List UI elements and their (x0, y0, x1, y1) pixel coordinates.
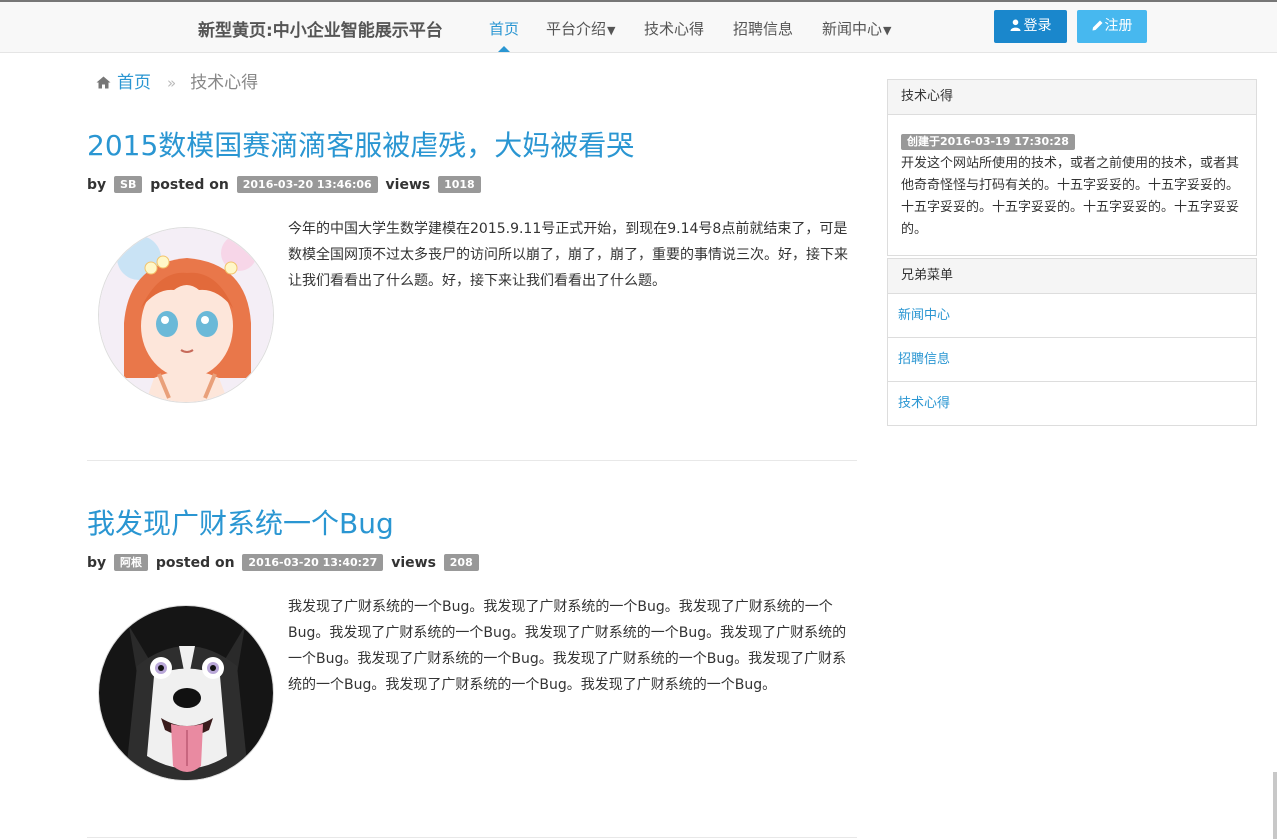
category-panel-body: 创建于2016-03-19 17:30:28 开发这个网站所使用的技术，或者之前… (888, 115, 1256, 255)
sibling-menu-panel: 兄弟菜单 新闻中心 招聘信息 技术心得 (887, 258, 1257, 426)
post-divider (87, 837, 857, 838)
by-label: by (87, 555, 107, 571)
husky-dog-avatar[interactable] (98, 605, 274, 781)
breadcrumb-home-link[interactable]: 首页 (117, 73, 151, 93)
nav-item-home[interactable]: 首页 (489, 18, 519, 39)
active-indicator (498, 46, 510, 52)
caret-down-icon: ▼ (883, 24, 892, 37)
nav-item-label: 技术心得 (644, 20, 705, 38)
views-badge: 208 (443, 554, 479, 571)
nav-item-label: 招聘信息 (733, 20, 794, 38)
date-badge: 2016-03-20 13:40:27 (242, 554, 384, 571)
sibling-menu-title: 兄弟菜单 (888, 259, 1256, 294)
by-label: by (87, 177, 107, 193)
navbar: 新型黄页:中小企业智能展示平台 首页 平台介绍▼ 技术心得 招聘信息 新闻中心▼… (0, 2, 1277, 53)
post-excerpt: 我发现了广财系统的一个Bug。我发现了广财系统的一个Bug。我发现了广财系统的一… (288, 599, 847, 693)
category-panel: 技术心得 创建于2016-03-19 17:30:28 开发这个网站所使用的技术… (887, 79, 1257, 256)
anime-girl-avatar[interactable] (98, 227, 274, 403)
breadcrumb: 首页 » 技术心得 (96, 68, 258, 93)
sibling-menu-item-tech-notes[interactable]: 技术心得 (888, 382, 1256, 425)
nav-item-label: 平台介绍 (546, 20, 607, 38)
category-panel-title: 技术心得 (888, 80, 1256, 115)
nav-item-platform-intro[interactable]: 平台介绍▼ (546, 18, 615, 39)
date-badge: 2016-03-20 13:46:06 (236, 176, 378, 193)
author-badge: 阿根 (114, 554, 149, 571)
sibling-menu-item-jobs[interactable]: 招聘信息 (888, 338, 1256, 382)
register-button[interactable]: 注册 (1077, 10, 1147, 43)
post-meta: by 阿根 posted on 2016-03-20 13:40:27 view… (87, 554, 482, 571)
site-brand[interactable]: 新型黄页:中小企业智能展示平台 (198, 16, 443, 41)
nav-item-label: 新闻中心 (822, 20, 883, 38)
views-badge: 1018 (438, 176, 481, 193)
register-label: 注册 (1104, 18, 1133, 34)
caret-down-icon: ▼ (607, 24, 616, 37)
posted-on-label: posted on (155, 555, 235, 571)
breadcrumb-separator: » (167, 74, 177, 92)
created-badge: 创建于2016-03-19 17:30:28 (901, 134, 1075, 150)
author-badge: SB (114, 176, 143, 193)
post-title[interactable]: 2015数模国赛滴滴客服被虐残，大妈被看哭 (87, 124, 634, 164)
nav-item-tech-notes[interactable]: 技术心得 (644, 18, 704, 39)
nav-item-jobs[interactable]: 招聘信息 (733, 18, 793, 39)
post-excerpt: 今年的中国大学生数学建模在2015.9.11号正式开始，到现在9.14号8点前就… (288, 221, 848, 289)
posted-on-label: posted on (150, 177, 229, 193)
views-label: views (391, 555, 436, 571)
post-divider (87, 460, 857, 461)
nav-item-label: 首页 (489, 20, 520, 38)
scrollbar-thumb[interactable] (1273, 772, 1277, 839)
sibling-menu-item-news[interactable]: 新闻中心 (888, 294, 1256, 338)
anime-girl-image (99, 228, 273, 402)
post-title[interactable]: 我发现广财系统一个Bug (87, 502, 394, 542)
husky-dog-image (99, 606, 273, 780)
post-meta: by SB posted on 2016-03-20 13:46:06 view… (87, 176, 484, 193)
views-label: views (385, 177, 431, 193)
breadcrumb-current: 技术心得 (190, 73, 259, 93)
category-description: 开发这个网站所使用的技术，或者之前使用的技术，或者其他奇奇怪怪与打码有关的。十五… (901, 156, 1240, 237)
login-button[interactable]: 登录 (994, 10, 1067, 43)
login-label: 登录 (1023, 18, 1052, 34)
nav-item-news[interactable]: 新闻中心▼ (822, 18, 891, 39)
home-icon (96, 76, 111, 89)
pencil-icon (1092, 20, 1102, 31)
user-icon (1010, 19, 1020, 31)
